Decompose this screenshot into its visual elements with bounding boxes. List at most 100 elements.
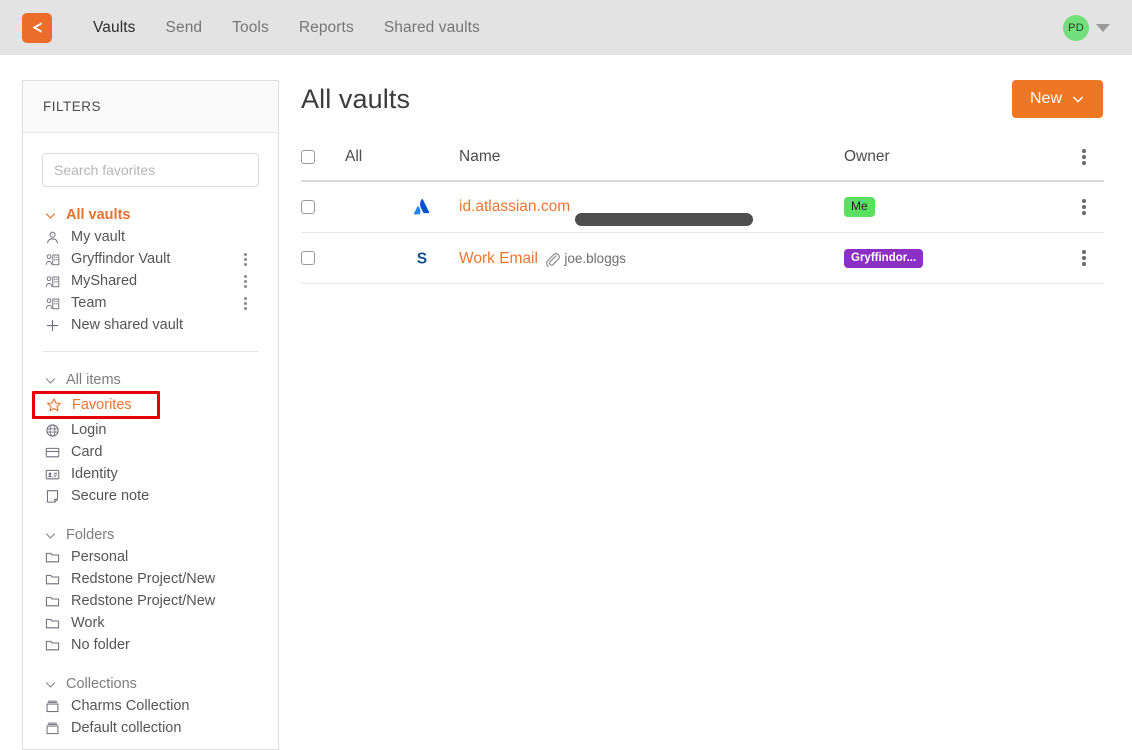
sidebar-item-label: Charms Collection — [71, 698, 190, 714]
nav-link-tools[interactable]: Tools — [217, 13, 284, 43]
sidebar-item-login[interactable]: Login — [42, 419, 259, 441]
identity-icon — [44, 466, 61, 483]
chevron-down-icon — [45, 681, 56, 688]
sidebar-item-card[interactable]: Card — [42, 441, 259, 463]
row-options-menu[interactable] — [1064, 250, 1104, 266]
filters-body: All vaults My vault Gryffindor Vault — [23, 133, 278, 739]
sidebar-item-options-menu[interactable] — [244, 296, 247, 310]
sidebar-item-label: Identity — [71, 466, 118, 482]
collection-icon — [44, 720, 61, 737]
status-badge: Me — [844, 197, 875, 217]
item-username-text: joe.bloggs — [564, 251, 626, 266]
row-options-menu[interactable] — [1064, 199, 1104, 215]
top-navigation-bar: Vaults Send Tools Reports Shared vaults … — [0, 0, 1132, 55]
select-all-checkbox[interactable] — [301, 149, 315, 164]
row-checkbox[interactable] — [301, 199, 315, 214]
filter-group-folders: Folders Personal Redstone Project/New Re… — [42, 524, 259, 656]
organization-icon — [44, 273, 61, 290]
item-name-link[interactable]: id.atlassian.com — [459, 198, 570, 216]
select-all-checkbox-cell — [301, 142, 345, 182]
row-owner-cell: Me — [844, 181, 1064, 233]
sidebar-item-collection-default[interactable]: Default collection — [42, 717, 259, 739]
sidebar-item-myshared[interactable]: MyShared — [42, 270, 259, 292]
sidebar-item-label: Gryffindor Vault — [71, 251, 171, 267]
sidebar-item-folder-personal[interactable]: Personal — [42, 546, 259, 568]
sidebar-item-label: Card — [71, 444, 103, 460]
svg-text:S: S — [417, 251, 427, 268]
chevron-down-icon[interactable] — [1096, 23, 1110, 32]
sidebar-item-label: Personal — [71, 549, 129, 565]
group-label-folders: Folders — [66, 527, 115, 543]
folder-icon — [44, 571, 61, 588]
table-row[interactable]: S Work Email joe.bloggs Gryffindor... — [301, 232, 1104, 284]
sidebar-item-folder-redstone-1[interactable]: Redstone Project/New — [42, 568, 259, 590]
sidebar-item-folder-no-folder[interactable]: No folder — [42, 634, 259, 656]
row-spacer-cell — [345, 181, 411, 233]
row-owner-cell: Gryffindor... — [844, 232, 1064, 284]
group-header-all-vaults[interactable]: All vaults — [42, 204, 259, 226]
group-label-collections: Collections — [66, 676, 137, 692]
sidebar-item-options-menu[interactable] — [244, 274, 247, 288]
sidebar-item-my-vault[interactable]: My vault — [42, 226, 259, 248]
sidebar-item-label: Redstone Project/New — [71, 571, 216, 587]
sidebar-item-team[interactable]: Team — [42, 292, 259, 314]
sidebar-item-label: MyShared — [71, 273, 138, 289]
header-name: Name — [459, 142, 844, 182]
search-input[interactable] — [42, 153, 259, 187]
nav-link-send[interactable]: Send — [151, 13, 218, 43]
avatar[interactable]: PD — [1063, 14, 1089, 41]
sidebar-item-collection-charms[interactable]: Charms Collection — [42, 695, 259, 717]
header-icon-spacer — [411, 142, 459, 182]
account-menu[interactable]: PD — [1063, 14, 1110, 41]
sidebar-divider — [42, 351, 259, 352]
filter-group-vaults: All vaults My vault Gryffindor Vault MyS… — [42, 204, 259, 336]
sidebar-item-label: Secure note — [71, 488, 150, 504]
star-icon — [45, 397, 62, 414]
nav-link-shared-vaults[interactable]: Shared vaults — [369, 13, 495, 43]
sidebar-item-new-shared-vault[interactable]: New shared vault — [42, 314, 259, 336]
table-options-menu[interactable] — [1064, 149, 1104, 165]
nav-link-reports[interactable]: Reports — [284, 13, 369, 43]
chevron-down-icon — [45, 212, 56, 219]
sidebar-item-options-menu[interactable] — [244, 252, 247, 266]
folder-icon — [44, 549, 61, 566]
sidebar-item-gryffindor-vault[interactable]: Gryffindor Vault — [42, 248, 259, 270]
row-checkbox-cell — [301, 181, 345, 233]
new-button-label: New — [1029, 90, 1062, 107]
header-options-cell — [1064, 142, 1104, 182]
sidebar-item-identity[interactable]: Identity — [42, 463, 259, 485]
collection-icon — [44, 698, 61, 715]
item-name-link[interactable]: Work Email — [459, 250, 560, 268]
nav-link-vaults[interactable]: Vaults — [78, 13, 151, 43]
group-header-folders[interactable]: Folders — [42, 524, 259, 546]
row-checkbox[interactable] — [301, 250, 315, 265]
sidebar-item-folder-redstone-2[interactable]: Redstone Project/New — [42, 590, 259, 612]
item-name-text: Work Email — [459, 250, 538, 267]
main-content: All vaults New All Name Owner id.atlassi… — [279, 80, 1104, 750]
table-row[interactable]: id.atlassian.com Me — [301, 181, 1104, 233]
sidebar-item-label: Team — [71, 295, 107, 311]
note-icon — [44, 488, 61, 505]
shield-glyph — [30, 19, 44, 37]
chevron-down-icon — [45, 532, 56, 539]
sidebar-item-label: Default collection — [71, 720, 182, 736]
status-badge: Gryffindor... — [844, 248, 924, 269]
bitwarden-shield-logo[interactable] — [22, 12, 52, 43]
group-header-all-items[interactable]: All items — [42, 369, 259, 391]
redaction-bar — [574, 213, 753, 226]
globe-icon — [44, 422, 61, 439]
sidebar-item-favorites[interactable]: Favorites — [32, 391, 160, 419]
row-checkbox-cell — [301, 232, 345, 284]
sidebar-item-folder-work[interactable]: Work — [42, 612, 259, 634]
sidebar-item-label: Favorites — [72, 397, 132, 413]
sidebar-item-secure-note[interactable]: Secure note — [42, 485, 259, 507]
group-header-collections[interactable]: Collections — [42, 673, 259, 695]
row-spacer-cell — [345, 232, 411, 284]
organization-icon — [44, 295, 61, 312]
group-label-all-vaults: All vaults — [66, 207, 131, 223]
plus-icon — [44, 317, 61, 334]
row-icon-cell: S — [411, 232, 459, 284]
new-button[interactable]: New — [1011, 80, 1103, 118]
sidebar-item-label: No folder — [71, 637, 130, 653]
folder-icon — [44, 637, 61, 654]
